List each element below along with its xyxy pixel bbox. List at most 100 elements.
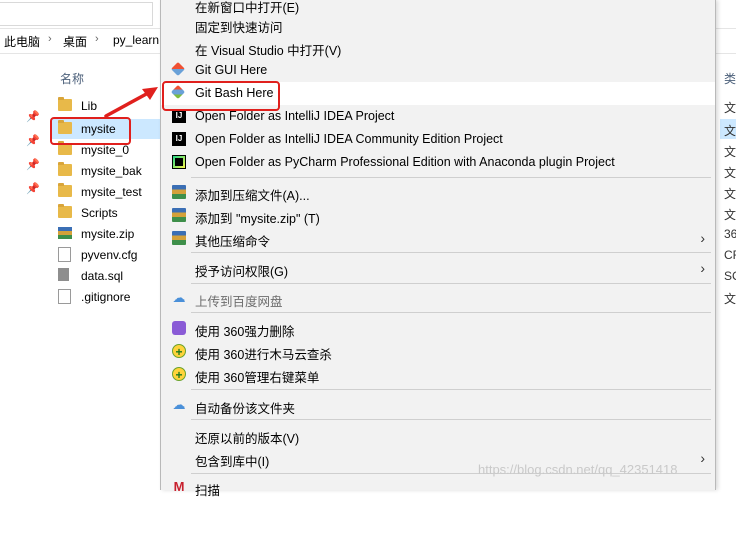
annotation-arrow-icon <box>104 87 158 118</box>
breadcrumb-separator-icon[interactable]: › <box>48 33 52 45</box>
file-name: mysite_test <box>81 185 142 199</box>
menu-item-label: 固定到快速访问 <box>195 21 283 35</box>
menu-item-label: 使用 360管理右键菜单 <box>195 371 320 385</box>
file-row[interactable]: pyvenv.cfg <box>52 245 160 265</box>
menu-item-git-gui[interactable]: Git GUI Here <box>161 59 715 82</box>
file-name: .gitignore <box>81 290 131 304</box>
menu-separator <box>191 177 711 178</box>
folder-icon <box>58 162 72 176</box>
type-cell: 文 <box>724 101 736 115</box>
watermark: https://blog.csdn.net/qq_42351418 <box>478 462 678 477</box>
menu-item-360-scan[interactable]: + 使用 360进行木马云查杀 <box>161 340 715 363</box>
360-delete-icon <box>172 321 186 335</box>
winrar-icon <box>172 208 186 222</box>
pin-icon[interactable]: 📌 <box>26 134 40 147</box>
m-icon: M <box>173 479 185 494</box>
menu-item-360-manage[interactable]: + 使用 360管理右键菜单 <box>161 363 715 386</box>
pycharm-icon <box>172 155 186 169</box>
menu-item-label: 使用 360进行木马云查杀 <box>195 348 332 362</box>
intellij-icon: IJ <box>172 132 186 146</box>
submenu-arrow-icon: › <box>700 260 705 276</box>
file-name: mysite_0 <box>81 143 130 157</box>
menu-item-label: 添加到压缩文件(A)... <box>195 189 310 203</box>
type-cell: 文 <box>724 292 736 306</box>
winrar-icon <box>172 231 186 245</box>
file-row[interactable]: mysite_bak <box>52 161 160 181</box>
type-cell: 文 <box>724 124 736 138</box>
context-menu: 在新窗口中打开(E) 固定到快速访问 在 Visual Studio 中打开(V… <box>160 0 716 498</box>
file-row[interactable]: Scripts <box>52 203 160 223</box>
breadcrumb-py-learn[interactable]: py_learn <box>113 33 159 47</box>
menu-separator <box>191 283 711 284</box>
config-file-icon <box>58 247 71 262</box>
menu-item-label: 自动备份该文件夹 <box>195 402 296 416</box>
folder-icon <box>58 97 72 111</box>
column-header-name[interactable]: 名称 <box>60 70 84 87</box>
file-row[interactable]: mysite.zip <box>52 224 160 244</box>
breadcrumb-desktop[interactable]: 桌面 <box>63 33 87 50</box>
type-cell: 文 <box>724 166 736 180</box>
breadcrumb-separator-icon[interactable]: › <box>95 33 99 45</box>
file-name: Lib <box>81 99 98 113</box>
menu-item-label: Open Folder as PyCharm Professional Edit… <box>195 155 615 169</box>
sql-file-icon <box>58 268 69 281</box>
menu-item-add-archive[interactable]: 添加到压缩文件(A)... <box>161 181 715 204</box>
file-name: Scripts <box>81 206 118 220</box>
pin-icon[interactable]: 📌 <box>26 110 40 123</box>
baidu-cloud-icon: ☁ <box>172 397 186 412</box>
baidu-cloud-icon: ☁ <box>172 290 186 305</box>
menu-item-upload-baidu[interactable]: ☁ 上传到百度网盘 <box>161 287 715 310</box>
submenu-arrow-icon: › <box>700 230 705 246</box>
menu-item-scan[interactable]: M 扫描 <box>161 476 715 499</box>
folder-icon <box>58 183 72 197</box>
breadcrumb-this-pc[interactable]: 此电脑 <box>4 33 40 50</box>
folder-icon <box>58 204 72 218</box>
menu-item-pin-quick-access[interactable]: 固定到快速访问 <box>161 13 715 36</box>
type-cell: 文 <box>724 208 736 222</box>
file-name: data.sql <box>81 269 124 283</box>
menu-item-other-compress[interactable]: 其他压缩命令 › <box>161 227 715 250</box>
menu-item-restore-versions[interactable]: 还原以前的版本(V) <box>161 424 715 447</box>
file-row[interactable]: mysite_test <box>52 182 160 202</box>
menu-separator <box>191 312 711 313</box>
pin-icon[interactable]: 📌 <box>26 158 40 171</box>
column-header-type[interactable]: 类 <box>724 70 736 87</box>
menu-separator <box>191 419 711 420</box>
menu-item-add-to-zip[interactable]: 添加到 "mysite.zip" (T) <box>161 204 715 227</box>
menu-item-auto-backup[interactable]: ☁ 自动备份该文件夹 <box>161 394 715 417</box>
menu-item-label: 包含到库中(I) <box>195 455 270 469</box>
submenu-arrow-icon: › <box>700 450 705 466</box>
menu-item-intellij-community[interactable]: IJ Open Folder as IntelliJ IDEA Communit… <box>161 128 715 151</box>
type-cell: SC <box>724 269 736 283</box>
menu-item-360-delete[interactable]: 使用 360强力删除 <box>161 317 715 340</box>
menu-item-label: Open Folder as IntelliJ IDEA Community E… <box>195 132 503 146</box>
pin-icon[interactable]: 📌 <box>26 182 40 195</box>
menu-item-label: Git GUI Here <box>195 63 268 77</box>
menu-item-label: 添加到 "mysite.zip" (T) <box>195 212 320 226</box>
menu-item-label: 其他压缩命令 <box>195 235 271 249</box>
menu-separator <box>191 252 711 253</box>
menu-item-pycharm[interactable]: Open Folder as PyCharm Professional Edit… <box>161 151 715 174</box>
file-row[interactable]: data.sql <box>52 266 160 286</box>
menu-item-label: Open Folder as IntelliJ IDEA Project <box>195 109 395 123</box>
title-tab[interactable] <box>0 2 153 26</box>
menu-item-label: 还原以前的版本(V) <box>195 432 300 446</box>
type-cell: CF <box>724 248 736 262</box>
type-cell: 文 <box>724 145 736 159</box>
git-gui-icon <box>170 61 186 77</box>
file-row[interactable]: .gitignore <box>52 287 160 307</box>
360-scan-icon: + <box>172 344 186 359</box>
highlight-box-git-bash <box>162 81 280 111</box>
winrar-icon <box>172 185 186 199</box>
type-cell: 文 <box>724 187 736 201</box>
menu-item-grant-access[interactable]: 授予访问权限(G) › <box>161 257 715 280</box>
file-name: pyvenv.cfg <box>81 248 138 262</box>
text-file-icon <box>58 289 71 304</box>
menu-item-label: 使用 360强力删除 <box>195 325 295 339</box>
menu-item-open-visual-studio[interactable]: 在 Visual Studio 中打开(V) <box>161 36 715 59</box>
360-menu-icon: + <box>172 367 186 382</box>
type-cell: 36 <box>724 227 736 241</box>
menu-separator <box>191 389 711 390</box>
zip-file-icon <box>58 227 72 239</box>
file-name: mysite_bak <box>81 164 142 178</box>
